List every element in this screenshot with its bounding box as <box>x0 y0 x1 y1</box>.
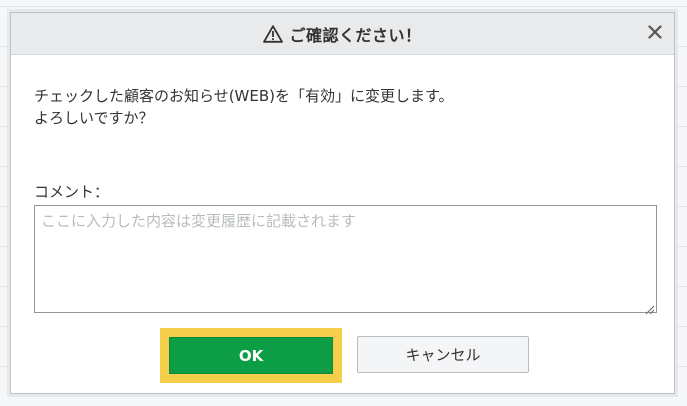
confirm-message: チェックした顧客のお知らせ(WEB)を「有効」に変更します。 よろしいですか？ <box>34 85 454 129</box>
warning-icon <box>263 25 284 43</box>
confirm-dialog: ご確認ください！ チェックした顧客のお知らせ(WEB)を「有効」に変更します。 … <box>10 12 675 394</box>
ok-button[interactable]: OK <box>169 337 333 374</box>
message-line-2: よろしいですか？ <box>34 109 154 127</box>
cancel-button[interactable]: キャンセル <box>357 336 529 373</box>
comment-label: コメント： <box>34 183 110 201</box>
message-line-1: チェックした顧客のお知らせ(WEB)を「有効」に変更します。 <box>34 87 454 105</box>
dialog-title: ご確認ください！ <box>289 26 422 45</box>
comment-textarea[interactable] <box>34 205 657 313</box>
dialog-title-group: ご確認ください！ <box>11 13 674 55</box>
dialog-titlebar: ご確認ください！ <box>11 13 674 55</box>
close-button[interactable] <box>644 22 666 44</box>
close-icon <box>648 24 662 43</box>
textarea-resize-handle[interactable] <box>644 300 655 315</box>
